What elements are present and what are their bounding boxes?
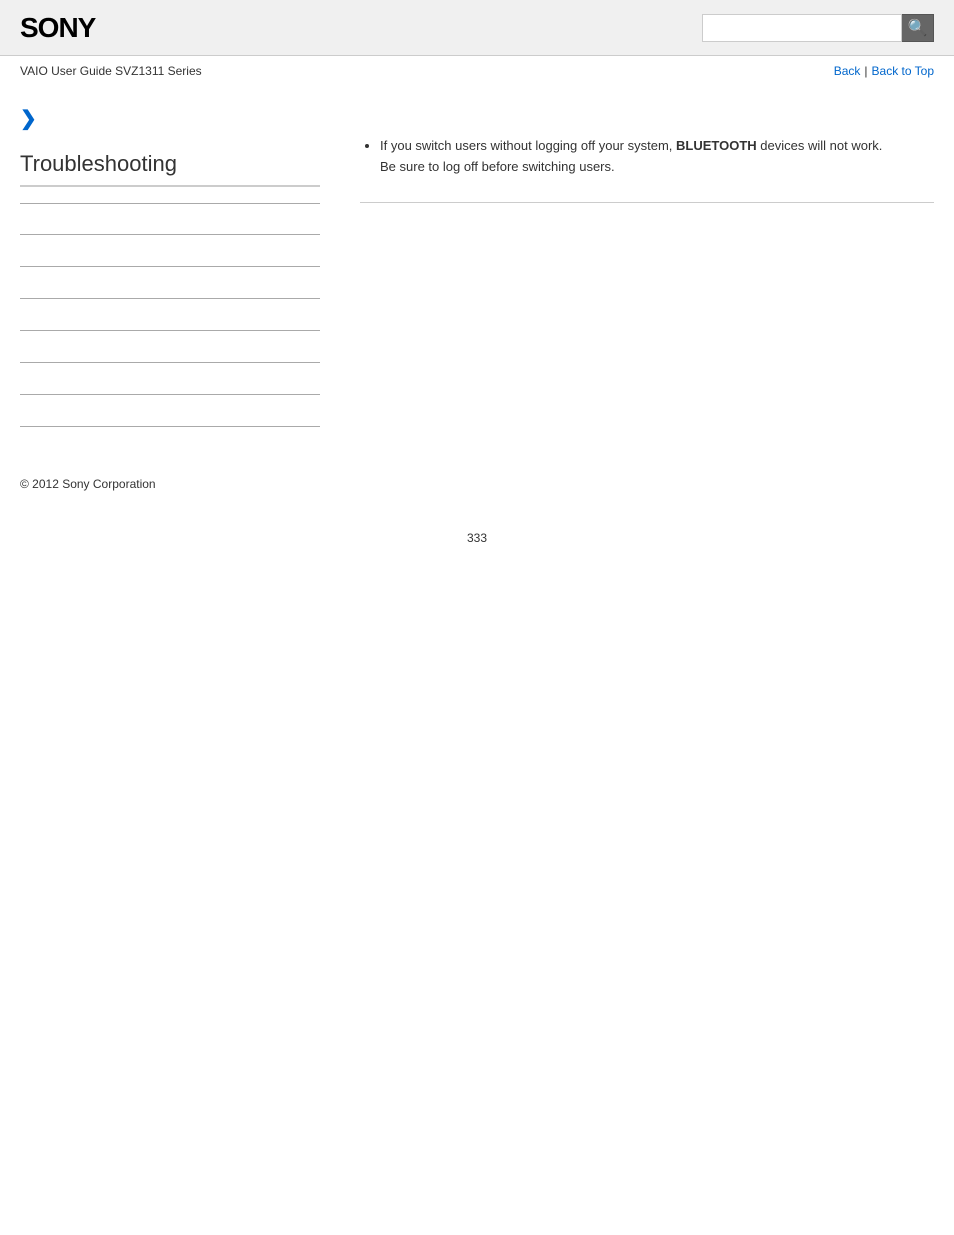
list-item[interactable] [20,395,320,427]
list-item[interactable] [20,267,320,299]
sony-logo: SONY [20,12,95,44]
bluetooth-emphasis: BLUETOOTH [676,138,757,153]
search-container: 🔍 [702,14,934,42]
content-area: If you switch users without logging off … [340,96,934,427]
list-item[interactable] [20,363,320,395]
nav-separator: | [864,64,867,78]
sidebar-links [20,203,320,427]
note-list-item: If you switch users without logging off … [380,136,934,178]
main-content: ❯ Troubleshooting If you switch users wi… [0,86,954,447]
search-icon: 🔍 [908,18,928,38]
search-input[interactable] [702,14,902,42]
list-item[interactable] [20,235,320,267]
list-item[interactable] [20,331,320,363]
page-header: SONY 🔍 [0,0,954,56]
sidebar-title: Troubleshooting [20,151,320,187]
content-note: If you switch users without logging off … [360,136,934,203]
sidebar: ❯ Troubleshooting [20,96,340,427]
search-button[interactable]: 🔍 [902,14,934,42]
footer-copyright: © 2012 Sony Corporation [0,457,954,491]
list-item[interactable] [20,203,320,235]
back-to-top-link[interactable]: Back to Top [872,64,934,78]
guide-title: VAIO User Guide SVZ1311 Series [20,64,202,78]
note-text-part1: If you switch users without logging off … [380,138,676,153]
nav-bar: VAIO User Guide SVZ1311 Series Back | Ba… [0,56,954,86]
nav-links: Back | Back to Top [834,64,934,78]
chevron-icon: ❯ [20,106,320,131]
list-item[interactable] [20,299,320,331]
back-link[interactable]: Back [834,64,861,78]
note-list: If you switch users without logging off … [360,136,934,178]
page-number: 333 [0,531,954,565]
